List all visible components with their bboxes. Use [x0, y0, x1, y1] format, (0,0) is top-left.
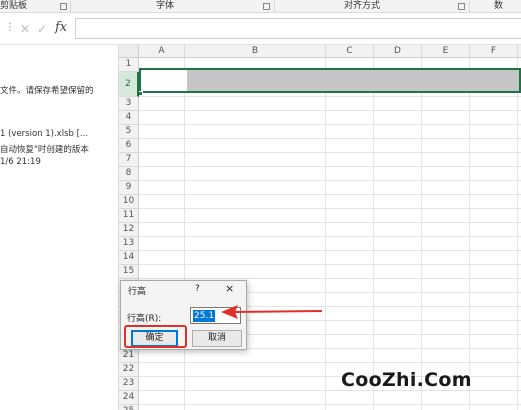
recovery-file-name[interactable]: 1 (version 1).xlsb [...	[0, 129, 88, 139]
watermark-text: CooZhi.Com	[341, 369, 472, 391]
ribbon-group-clipboard: 剪贴板	[0, 1, 28, 11]
document-recovery-pane: 文件。请保存希望保留的 1 (version 1).xlsb [... 自动恢复…	[0, 45, 119, 410]
clipboard-launcher-icon[interactable]	[60, 3, 67, 10]
gridline-row	[139, 236, 521, 237]
gridline-column	[517, 58, 518, 410]
row-header-8[interactable]: 8	[119, 167, 139, 181]
gridline-row	[139, 222, 521, 223]
gridline-row	[139, 264, 521, 265]
gridline-row	[139, 362, 521, 363]
font-launcher-icon[interactable]	[263, 3, 270, 10]
ribbon-group-alignment: 对齐方式	[344, 1, 381, 11]
gridline-row	[139, 180, 521, 181]
row-header-23[interactable]: 23	[119, 377, 139, 391]
dialog-title: 行高	[128, 287, 147, 297]
gridline-column	[184, 58, 185, 410]
row-header-24[interactable]: 24	[119, 391, 139, 405]
gridline-row	[139, 152, 521, 153]
cancel-button[interactable]: 取消	[192, 330, 242, 347]
ribbon-group-font: 字体	[156, 1, 175, 11]
row-header-5[interactable]: 5	[119, 125, 139, 139]
row-height-value[interactable]: 25.1	[193, 310, 216, 322]
close-icon[interactable]: ×	[225, 282, 234, 295]
gridline-row	[139, 194, 521, 195]
alignment-launcher-icon[interactable]	[458, 3, 465, 10]
formula-input[interactable]	[75, 18, 521, 39]
gridline-row	[139, 96, 521, 97]
row-header-9[interactable]: 9	[119, 181, 139, 195]
gridline-row	[139, 110, 521, 111]
column-header-a[interactable]: A	[139, 45, 185, 58]
cancel-icon[interactable]: ✕	[20, 22, 30, 36]
row-header-2[interactable]: 2	[119, 72, 139, 97]
spreadsheet-grid[interactable]: A B C D E F 1234567891011121314151617181…	[119, 45, 521, 410]
row-header-3[interactable]: 3	[119, 97, 139, 111]
row-height-label: 行高(R):	[127, 314, 162, 324]
column-header-d[interactable]: D	[374, 45, 422, 58]
row-header-4[interactable]: 4	[119, 111, 139, 125]
selected-row-range[interactable]	[139, 68, 521, 93]
gridline-row	[139, 166, 521, 167]
row-header-10[interactable]: 10	[119, 195, 139, 209]
row-header-7[interactable]: 7	[119, 153, 139, 167]
ok-button-highlight-annotation	[124, 325, 187, 348]
row-header-25[interactable]: 25	[119, 405, 139, 410]
gridline-column	[373, 58, 374, 410]
ribbon-group-number: 数	[494, 1, 504, 11]
row-header-22[interactable]: 22	[119, 363, 139, 377]
row-header-1[interactable]: 1	[119, 58, 139, 72]
row-header-14[interactable]: 14	[119, 251, 139, 265]
ribbon-divider	[469, 1, 470, 12]
row-header-6[interactable]: 6	[119, 139, 139, 153]
gridline-row	[139, 278, 521, 279]
recovery-file-desc: 自动恢复"时创建的版本	[0, 145, 89, 155]
gridline-row	[139, 124, 521, 125]
row-header-21[interactable]: 21	[119, 349, 139, 363]
help-icon[interactable]: ?	[195, 284, 200, 294]
gridline-row	[139, 250, 521, 251]
gridline-row	[139, 138, 521, 139]
insert-function-icon[interactable]: fx	[55, 20, 67, 35]
gridline-column	[421, 58, 422, 410]
recovery-message: 文件。请保存希望保留的	[0, 86, 94, 96]
more-dots-icon[interactable]: ⋮	[5, 23, 15, 33]
column-header-b[interactable]: B	[185, 45, 326, 58]
pointer-arrow-annotation	[221, 305, 323, 319]
select-all-corner[interactable]	[119, 45, 139, 58]
recovery-file-time: 1/6 21:19	[0, 157, 41, 167]
formula-bar: ⋮ ✕ ✓ fx	[0, 13, 521, 45]
column-header-c[interactable]: C	[326, 45, 374, 58]
gridline-row	[139, 208, 521, 209]
gridline-row	[139, 404, 521, 405]
row-header-12[interactable]: 12	[119, 223, 139, 237]
ribbon-divider	[70, 1, 71, 12]
row-header-11[interactable]: 11	[119, 209, 139, 223]
column-header-e[interactable]: E	[422, 45, 470, 58]
gridline-column	[469, 58, 470, 410]
row-header-13[interactable]: 13	[119, 237, 139, 251]
gridline-column	[325, 58, 326, 410]
active-cell-a2[interactable]	[141, 70, 187, 91]
enter-check-icon[interactable]: ✓	[37, 22, 47, 36]
ribbon-group-bar: 剪贴板 字体 对齐方式 数	[0, 0, 521, 13]
ribbon-divider	[274, 1, 275, 12]
column-header-f[interactable]: F	[470, 45, 518, 58]
row-header-15[interactable]: 15	[119, 265, 139, 279]
